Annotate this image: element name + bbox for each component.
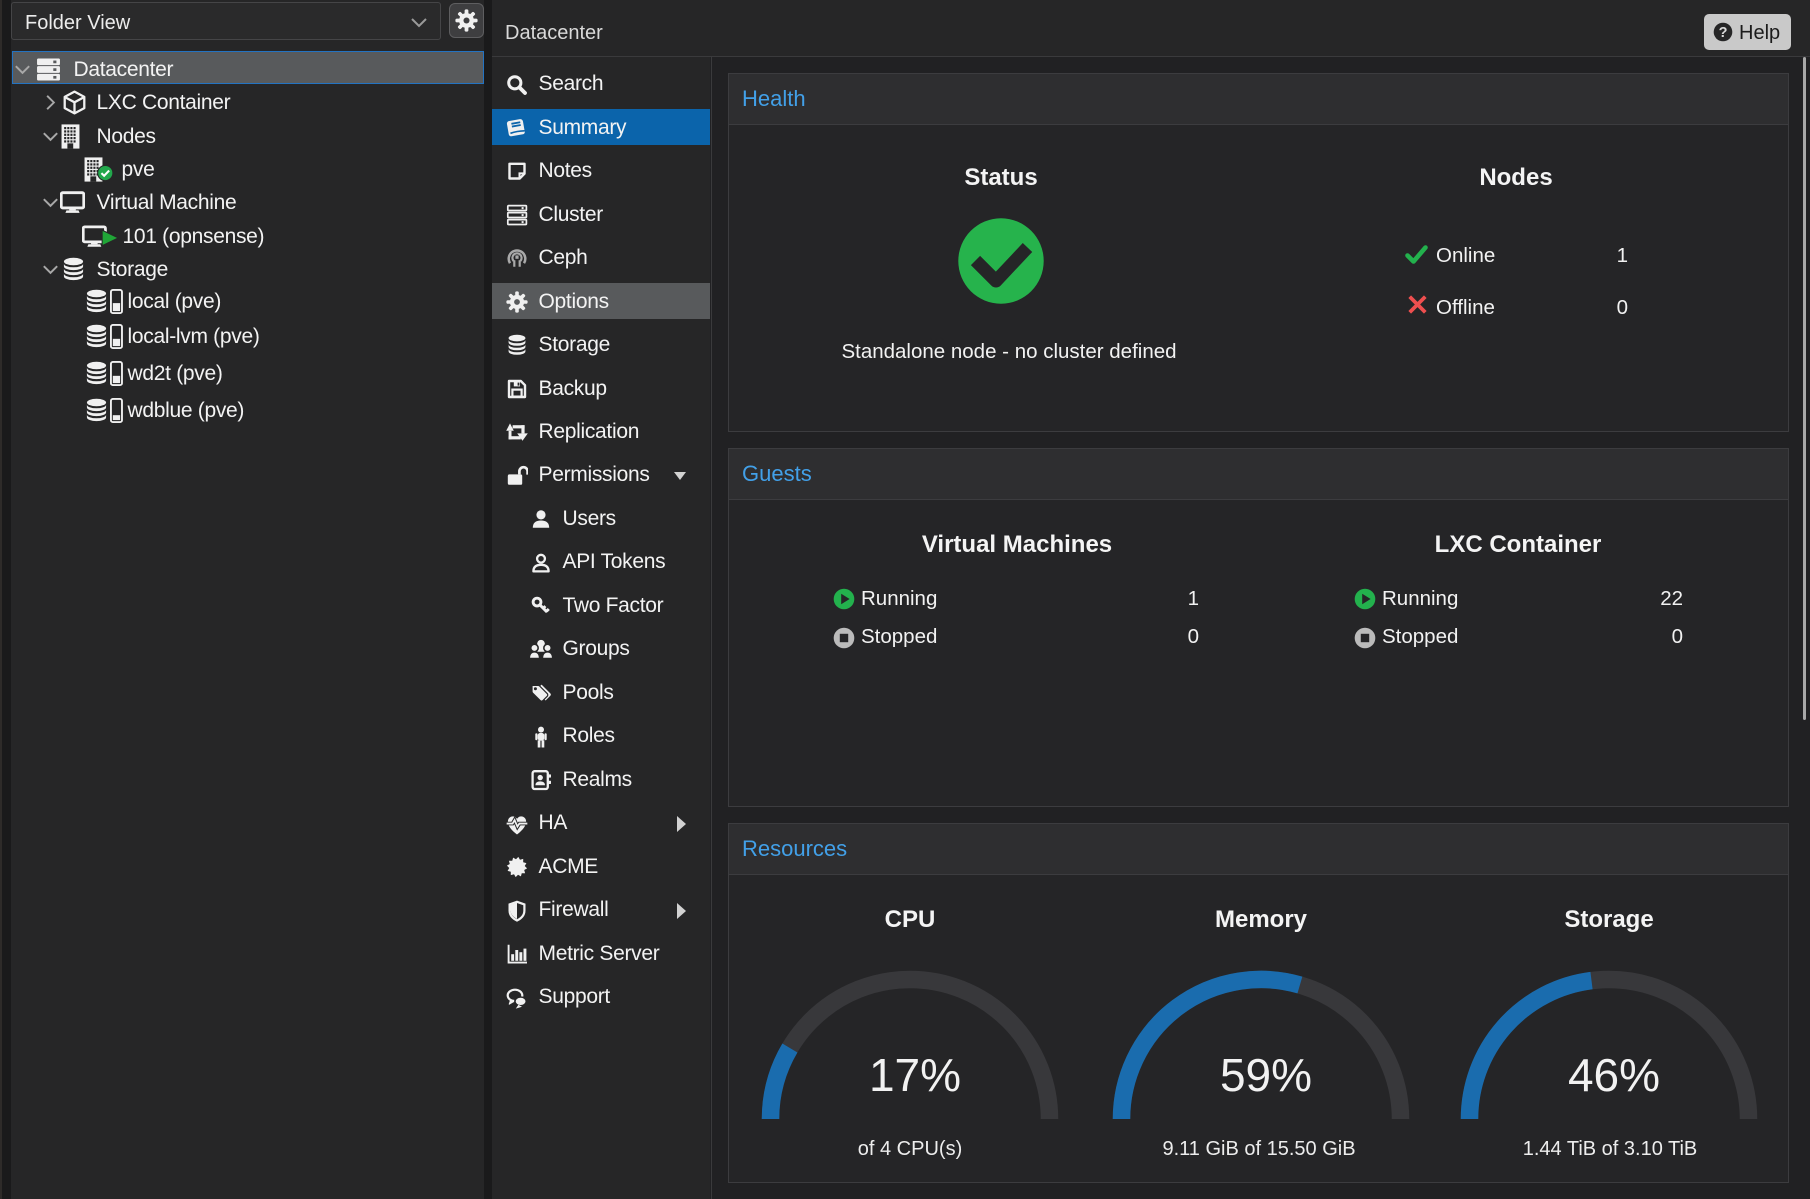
- svg-text:?: ?: [1719, 25, 1728, 41]
